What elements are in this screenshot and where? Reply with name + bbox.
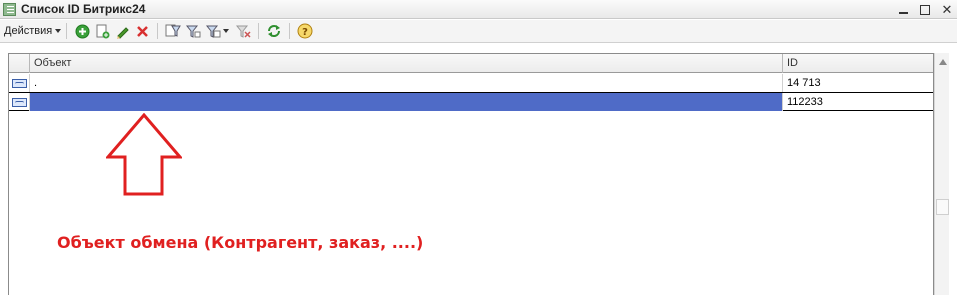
row-icon-cell xyxy=(9,74,30,92)
list-window-icon xyxy=(3,2,16,16)
toolbar-separator xyxy=(157,23,159,39)
filter-by-value-button[interactable] xyxy=(185,23,201,39)
filter-icon xyxy=(165,24,182,37)
close-button[interactable]: ✕ xyxy=(941,2,953,17)
svg-text:?: ? xyxy=(302,27,308,38)
toolbar-separator xyxy=(289,23,291,39)
arrow-up-icon xyxy=(938,58,947,65)
id-cell[interactable]: 112233 xyxy=(783,93,933,111)
chevron-down-icon xyxy=(55,29,62,33)
help-icon: ? xyxy=(297,23,313,39)
help-button[interactable]: ? xyxy=(297,23,313,39)
toolbar-separator xyxy=(66,23,68,39)
filter-button[interactable] xyxy=(165,23,182,39)
filter-settings-button[interactable] xyxy=(205,23,221,39)
refresh-button[interactable] xyxy=(266,23,282,39)
add-button[interactable] xyxy=(74,23,90,39)
actions-menu-label: Действия xyxy=(4,25,53,37)
add-icon xyxy=(75,24,90,38)
title-bar: Список ID Битрикс24 ✕ xyxy=(0,0,957,19)
arrow-up-annotation-icon xyxy=(106,113,182,196)
maximize-button[interactable] xyxy=(919,4,931,16)
window-controls: ✕ xyxy=(897,0,953,19)
delete-button[interactable] xyxy=(134,23,150,39)
copy-button[interactable] xyxy=(94,23,110,39)
minimize-button[interactable] xyxy=(897,4,909,16)
id-cell[interactable]: 14 713 xyxy=(783,74,933,92)
edit-button[interactable] xyxy=(114,23,130,39)
window-title: Список ID Битрикс24 xyxy=(21,2,146,16)
scroll-thumb[interactable] xyxy=(936,199,949,215)
column-header-object[interactable]: Объект xyxy=(30,54,783,73)
annotation-text: Объект обмена (Контрагент, заказ, ....) xyxy=(57,233,424,252)
clear-filter-icon xyxy=(236,25,251,38)
edit-icon xyxy=(116,26,129,39)
record-icon xyxy=(11,97,27,107)
record-icon xyxy=(11,78,27,88)
toolbar-separator xyxy=(258,23,260,39)
grid-header: Объект ID xyxy=(9,54,933,73)
row-icon-cell xyxy=(9,93,30,111)
window-edge xyxy=(949,53,957,295)
table-row[interactable]: . 14 713 xyxy=(9,74,933,93)
minimize-icon xyxy=(898,11,908,14)
actions-menu-button[interactable]: Действия xyxy=(4,25,62,37)
object-cell[interactable]: . xyxy=(30,74,783,92)
scroll-up-button[interactable] xyxy=(935,53,950,70)
copy-icon xyxy=(96,24,110,38)
delete-icon xyxy=(136,25,148,37)
refresh-icon xyxy=(268,25,281,37)
close-icon: ✕ xyxy=(941,2,953,17)
chevron-down-icon[interactable] xyxy=(223,29,230,33)
vertical-scrollbar[interactable] xyxy=(934,53,949,295)
column-header-id[interactable]: ID xyxy=(783,54,933,73)
clear-filter-button[interactable] xyxy=(235,23,251,39)
filter-settings-icon xyxy=(206,25,221,38)
table-row-selected[interactable]: 112233 xyxy=(9,92,933,111)
maximize-icon xyxy=(920,4,930,15)
toolbar: Действия ? xyxy=(0,20,957,43)
object-cell[interactable] xyxy=(30,93,783,111)
filter-by-value-icon xyxy=(186,25,201,38)
header-icon-column[interactable] xyxy=(9,54,30,73)
